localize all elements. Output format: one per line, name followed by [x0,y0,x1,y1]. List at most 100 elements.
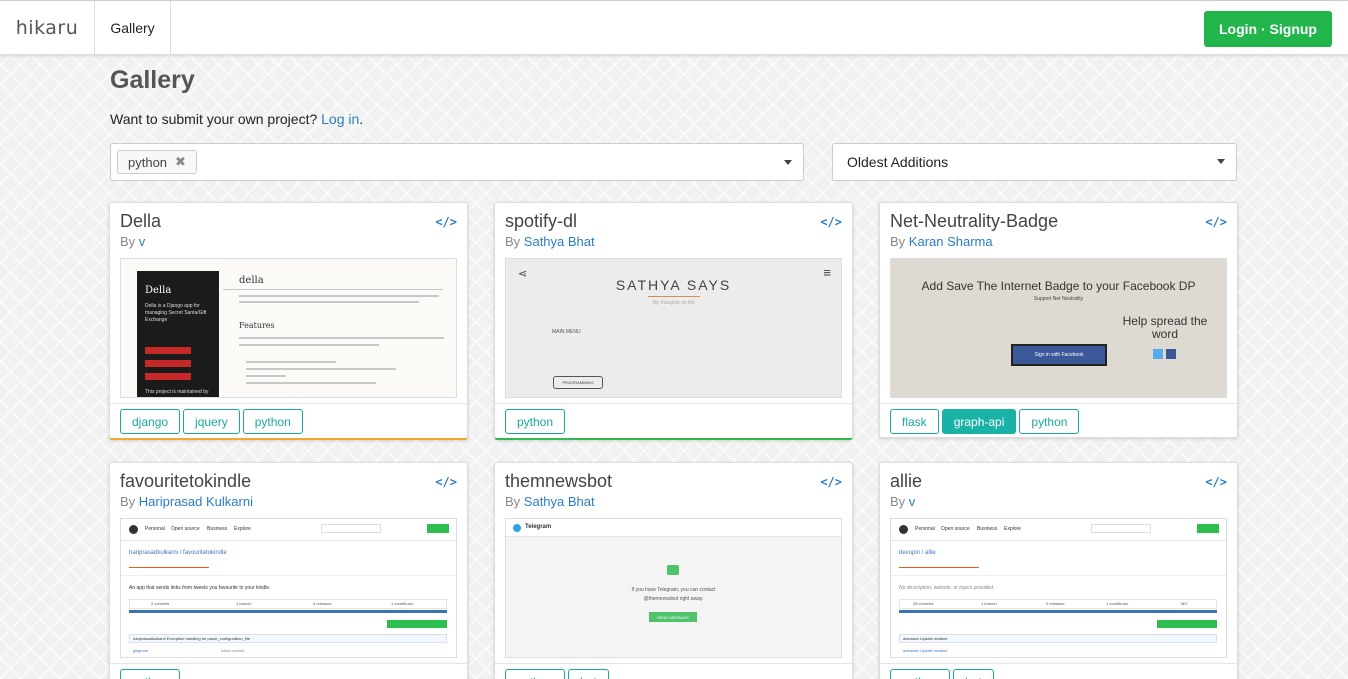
author-link[interactable]: Hariprasad Kulkarni [139,494,253,509]
chevron-down-icon[interactable] [1217,159,1225,164]
thumb-divider [891,575,1226,576]
tag-list: python bot [505,669,609,679]
project-card-della[interactable]: Della By v </> Della Della is a Django a… [109,202,468,440]
tag-python[interactable]: python [505,409,566,434]
thumb-facebook-button: Sign in with Facebook [1011,344,1107,366]
tag-python[interactable]: python [242,409,303,434]
thumb-repo-name: hariprasadkulkarni / favouritetokindle [129,550,227,556]
thumb-stat: 0 releases [313,601,332,606]
thumb-language-bar [899,610,1217,613]
tag-list: python [120,669,181,679]
card-title[interactable]: spotify-dl [505,211,577,232]
tag-chip-label: python [128,154,168,170]
card-divider [495,663,852,664]
login-signup-button[interactable]: Login · Signup [1204,11,1332,47]
card-title[interactable]: themnewsbot [505,471,612,492]
thumb-spread: Help spread the word [1122,314,1208,341]
sort-select[interactable]: Oldest Additions [832,143,1237,181]
tag-jquery[interactable]: jquery [183,409,240,434]
thumb-headline: Add Save The Internet Badge to your Face… [921,279,1196,293]
card-title[interactable]: Net-Neutrality-Badge [890,211,1058,232]
brand-logo[interactable]: hikaru [0,1,95,55]
thumb-stat: 1 branch [236,601,252,606]
tag-django[interactable]: django [120,409,181,434]
page-title: Gallery [110,66,195,94]
project-card-spotify-dl[interactable]: spotify-dl By Sathya Bhat </> ⋖ ≡ SATHYA… [494,202,853,440]
tag-bot[interactable]: bot [953,669,994,679]
project-screenshot[interactable]: Personal Open source Business Explore de… [890,518,1227,658]
code-embed-icon[interactable]: </> [1205,475,1227,489]
by-label: By [505,494,521,509]
github-icon [129,525,138,534]
facebook-icon [1166,349,1176,359]
code-embed-icon[interactable]: </> [435,475,457,489]
thumb-app-name: Della [145,285,172,296]
thumb-stat: MIT [1181,601,1188,606]
by-label: By [890,234,906,249]
thumb-nav-item: Explore [1004,526,1021,532]
project-screenshot[interactable]: ⋖ ≡ SATHYA SAYS My thoughts on life MAIN… [505,258,842,398]
thumb-nav-item: Personal [145,526,165,532]
card-author-line: By Sathya Bhat [505,494,595,509]
code-embed-icon[interactable]: </> [820,475,842,489]
remove-tag-icon[interactable]: ✖ [175,154,186,170]
tag-filter-select[interactable]: python ✖ [110,143,804,181]
thumb-stat: 1 contributor [1106,601,1129,606]
project-card-net-neutrality-badge[interactable]: Net-Neutrality-Badge By Karan Sharma </>… [879,202,1238,438]
thumb-commit: hariprasadkulkarni Exception handling fo… [133,636,250,641]
project-card-themnewsbot[interactable]: themnewsbot By Sathya Bhat </> Telegram … [494,462,853,679]
project-screenshot[interactable]: Personal Open source Business Explore ha… [120,518,457,658]
tag-python[interactable]: python [890,669,951,679]
card-author-line: By Hariprasad Kulkarni [120,494,253,509]
thumb-language-bar [129,610,447,613]
thumb-file: avinassh Update readme [903,648,948,653]
thumb-tab-underline [129,567,209,568]
project-screenshot[interactable]: Add Save The Internet Badge to your Face… [890,258,1227,398]
code-embed-icon[interactable]: </> [820,215,842,229]
thumb-nav-item: Business [977,526,998,532]
thumb-maintained: This project is maintained by [145,389,209,395]
card-title[interactable]: allie [890,471,922,492]
card-author-line: By Sathya Bhat [505,234,595,249]
thumb-description: An app that sends links from tweets you … [129,585,271,591]
card-divider [110,663,467,664]
tag-flask[interactable]: flask [890,409,939,434]
tag-python[interactable]: python [505,669,566,679]
author-link[interactable]: v [909,494,916,509]
card-title[interactable]: favouritetokindle [120,471,251,492]
thumb-send-button: SEND MESSAGE [649,612,697,622]
thumb-telegram-bar [506,519,841,537]
thumb-line1: If you have Telegram, you can contact [631,587,716,593]
thumb-app-name: Telegram [525,524,552,530]
project-card-allie[interactable]: allie By v </> Personal Open source Busi… [879,462,1238,679]
top-navbar: hikaru Gallery Login · Signup [0,0,1348,55]
nav-gallery-link[interactable]: Gallery [95,1,171,55]
card-title[interactable]: Della [120,211,161,232]
card-author-line: By v [120,234,145,249]
code-embed-icon[interactable]: </> [435,215,457,229]
thumb-menu-label: MAIN MENU [552,329,581,335]
project-screenshot[interactable]: Della Della is a Django app for managing… [120,258,457,398]
code-embed-icon[interactable]: </> [1205,215,1227,229]
project-screenshot[interactable]: Telegram If you have Telegram, you can c… [505,518,842,658]
tag-list: flask graph-api python [890,409,1080,434]
thumb-button [145,347,191,354]
thumb-subhead: Support Net Neutrality [1033,296,1084,302]
tag-graph-api[interactable]: graph-api [941,409,1017,434]
login-link[interactable]: Log in [321,111,359,127]
thumb-sidebar: Della Della is a Django app for managing… [137,271,219,397]
tag-python[interactable]: python [120,669,181,679]
author-link[interactable]: Sathya Bhat [524,494,595,509]
author-link[interactable]: Karan Sharma [909,234,993,249]
thumb-stat: 28 commits [913,601,934,606]
author-link[interactable]: Sathya Bhat [524,234,595,249]
tag-python[interactable]: python [1019,409,1080,434]
tag-bot[interactable]: bot [568,669,609,679]
author-link[interactable]: v [139,234,146,249]
thumb-nav-item: Personal [915,526,935,532]
project-card-favouritetokindle[interactable]: favouritetokindle By Hariprasad Kulkarni… [109,462,468,679]
thumb-button: PROGRAMMING [553,376,603,389]
thumb-heading: della [239,275,264,286]
chevron-down-icon[interactable] [784,160,792,165]
thumb-divider [121,575,456,576]
